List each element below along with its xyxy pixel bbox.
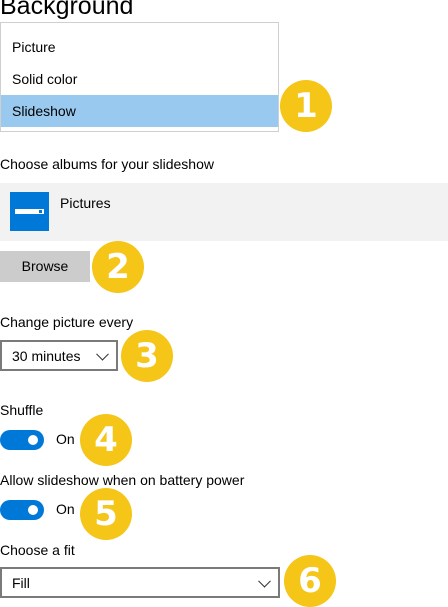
annotation-badge-5: 5 xyxy=(80,488,132,540)
battery-state: On xyxy=(56,501,75,517)
albums-label: Choose albums for your slideshow xyxy=(0,156,214,172)
chevron-down-icon xyxy=(258,574,271,588)
dropdown-option-solid-color[interactable]: Solid color xyxy=(1,63,278,95)
annotation-badge-4: 4 xyxy=(80,414,132,466)
toggle-knob xyxy=(28,435,38,445)
fit-select[interactable]: Fill xyxy=(0,567,280,598)
change-picture-select[interactable]: 30 minutes xyxy=(0,340,118,371)
battery-label: Allow slideshow when on battery power xyxy=(0,472,245,488)
dropdown-option-picture[interactable]: Picture xyxy=(1,31,278,63)
browse-button[interactable]: Browse xyxy=(0,251,90,282)
fit-value: Fill xyxy=(12,574,30,591)
annotation-badge-3: 3 xyxy=(121,330,173,382)
chevron-down-icon xyxy=(96,347,109,361)
annotation-badge-6: 6 xyxy=(284,555,336,607)
fit-label: Choose a fit xyxy=(0,542,75,558)
folder-icon xyxy=(10,192,49,231)
annotation-badge-2: 2 xyxy=(92,241,144,293)
toggle-knob xyxy=(28,505,38,515)
annotation-badge-1: 1 xyxy=(280,80,332,132)
album-name: Pictures xyxy=(60,195,111,211)
change-picture-label: Change picture every xyxy=(0,314,134,330)
page-title: Background xyxy=(0,0,134,20)
background-dropdown-list[interactable]: Picture Solid color Slideshow xyxy=(0,22,279,132)
shuffle-label: Shuffle xyxy=(0,402,44,418)
album-item-pictures[interactable]: Pictures xyxy=(0,183,448,241)
shuffle-toggle[interactable] xyxy=(0,430,44,450)
change-picture-value: 30 minutes xyxy=(12,347,81,364)
dropdown-option-slideshow[interactable]: Slideshow xyxy=(1,95,278,127)
battery-toggle[interactable] xyxy=(0,500,44,520)
shuffle-state: On xyxy=(56,431,75,447)
